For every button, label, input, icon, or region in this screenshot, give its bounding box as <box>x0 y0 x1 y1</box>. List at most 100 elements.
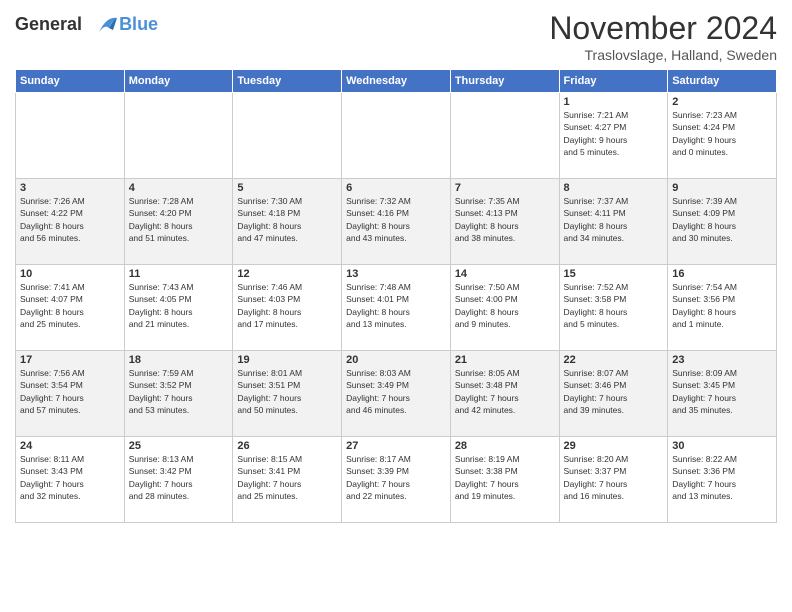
weekday-header-row: Sunday Monday Tuesday Wednesday Thursday… <box>16 70 777 93</box>
day-info: Sunrise: 8:13 AMSunset: 3:42 PMDaylight:… <box>129 453 229 502</box>
day-number: 1 <box>564 96 664 108</box>
day-number: 13 <box>346 268 446 280</box>
calendar-day-cell: 9Sunrise: 7:39 AMSunset: 4:09 PMDaylight… <box>668 179 777 265</box>
day-number: 17 <box>20 354 120 366</box>
day-info: Sunrise: 7:30 AMSunset: 4:18 PMDaylight:… <box>237 195 337 244</box>
day-info: Sunrise: 8:15 AMSunset: 3:41 PMDaylight:… <box>237 453 337 502</box>
day-number: 27 <box>346 440 446 452</box>
day-number: 14 <box>455 268 555 280</box>
calendar-day-cell: 7Sunrise: 7:35 AMSunset: 4:13 PMDaylight… <box>450 179 559 265</box>
calendar-day-cell: 3Sunrise: 7:26 AMSunset: 4:22 PMDaylight… <box>16 179 125 265</box>
day-number: 15 <box>564 268 664 280</box>
day-number: 4 <box>129 182 229 194</box>
calendar-day-cell: 29Sunrise: 8:20 AMSunset: 3:37 PMDayligh… <box>559 437 668 523</box>
logo-text: General <box>15 14 119 36</box>
header-friday: Friday <box>559 70 668 93</box>
header-tuesday: Tuesday <box>233 70 342 93</box>
logo-line2: Blue <box>119 14 158 35</box>
day-number: 21 <box>455 354 555 366</box>
day-number: 22 <box>564 354 664 366</box>
day-number: 5 <box>237 182 337 194</box>
header-wednesday: Wednesday <box>342 70 451 93</box>
calendar-day-cell: 22Sunrise: 8:07 AMSunset: 3:46 PMDayligh… <box>559 351 668 437</box>
calendar-week-row: 3Sunrise: 7:26 AMSunset: 4:22 PMDaylight… <box>16 179 777 265</box>
header-monday: Monday <box>124 70 233 93</box>
day-info: Sunrise: 7:43 AMSunset: 4:05 PMDaylight:… <box>129 281 229 330</box>
calendar-day-cell: 10Sunrise: 7:41 AMSunset: 4:07 PMDayligh… <box>16 265 125 351</box>
calendar-day-cell: 27Sunrise: 8:17 AMSunset: 3:39 PMDayligh… <box>342 437 451 523</box>
day-info: Sunrise: 7:37 AMSunset: 4:11 PMDaylight:… <box>564 195 664 244</box>
day-number: 7 <box>455 182 555 194</box>
day-info: Sunrise: 8:01 AMSunset: 3:51 PMDaylight:… <box>237 367 337 416</box>
day-info: Sunrise: 7:59 AMSunset: 3:52 PMDaylight:… <box>129 367 229 416</box>
calendar-day-cell <box>342 93 451 179</box>
day-info: Sunrise: 7:21 AMSunset: 4:27 PMDaylight:… <box>564 109 664 158</box>
page: General Blue November 2024 Traslovslage,… <box>0 0 792 612</box>
calendar-day-cell: 20Sunrise: 8:03 AMSunset: 3:49 PMDayligh… <box>342 351 451 437</box>
day-info: Sunrise: 7:50 AMSunset: 4:00 PMDaylight:… <box>455 281 555 330</box>
day-info: Sunrise: 8:05 AMSunset: 3:48 PMDaylight:… <box>455 367 555 416</box>
calendar-day-cell <box>233 93 342 179</box>
calendar-day-cell: 18Sunrise: 7:59 AMSunset: 3:52 PMDayligh… <box>124 351 233 437</box>
day-info: Sunrise: 7:35 AMSunset: 4:13 PMDaylight:… <box>455 195 555 244</box>
day-number: 30 <box>672 440 772 452</box>
day-info: Sunrise: 7:39 AMSunset: 4:09 PMDaylight:… <box>672 195 772 244</box>
calendar-week-row: 17Sunrise: 7:56 AMSunset: 3:54 PMDayligh… <box>16 351 777 437</box>
month-title: November 2024 <box>549 10 777 47</box>
day-info: Sunrise: 7:56 AMSunset: 3:54 PMDaylight:… <box>20 367 120 416</box>
calendar-day-cell: 17Sunrise: 7:56 AMSunset: 3:54 PMDayligh… <box>16 351 125 437</box>
header-saturday: Saturday <box>668 70 777 93</box>
day-info: Sunrise: 8:07 AMSunset: 3:46 PMDaylight:… <box>564 367 664 416</box>
calendar-day-cell: 13Sunrise: 7:48 AMSunset: 4:01 PMDayligh… <box>342 265 451 351</box>
day-number: 18 <box>129 354 229 366</box>
day-info: Sunrise: 7:46 AMSunset: 4:03 PMDaylight:… <box>237 281 337 330</box>
calendar-day-cell: 5Sunrise: 7:30 AMSunset: 4:18 PMDaylight… <box>233 179 342 265</box>
calendar-day-cell: 12Sunrise: 7:46 AMSunset: 4:03 PMDayligh… <box>233 265 342 351</box>
calendar-day-cell: 24Sunrise: 8:11 AMSunset: 3:43 PMDayligh… <box>16 437 125 523</box>
day-info: Sunrise: 7:28 AMSunset: 4:20 PMDaylight:… <box>129 195 229 244</box>
calendar-day-cell: 15Sunrise: 7:52 AMSunset: 3:58 PMDayligh… <box>559 265 668 351</box>
calendar-day-cell <box>124 93 233 179</box>
calendar-week-row: 24Sunrise: 8:11 AMSunset: 3:43 PMDayligh… <box>16 437 777 523</box>
day-number: 24 <box>20 440 120 452</box>
calendar-day-cell: 1Sunrise: 7:21 AMSunset: 4:27 PMDaylight… <box>559 93 668 179</box>
day-info: Sunrise: 7:23 AMSunset: 4:24 PMDaylight:… <box>672 109 772 158</box>
day-info: Sunrise: 7:41 AMSunset: 4:07 PMDaylight:… <box>20 281 120 330</box>
day-number: 29 <box>564 440 664 452</box>
calendar-day-cell: 28Sunrise: 8:19 AMSunset: 3:38 PMDayligh… <box>450 437 559 523</box>
day-number: 26 <box>237 440 337 452</box>
calendar-day-cell: 14Sunrise: 7:50 AMSunset: 4:00 PMDayligh… <box>450 265 559 351</box>
location-subtitle: Traslovslage, Halland, Sweden <box>549 47 777 63</box>
day-number: 3 <box>20 182 120 194</box>
day-info: Sunrise: 8:09 AMSunset: 3:45 PMDaylight:… <box>672 367 772 416</box>
calendar-day-cell: 23Sunrise: 8:09 AMSunset: 3:45 PMDayligh… <box>668 351 777 437</box>
day-number: 6 <box>346 182 446 194</box>
calendar-day-cell: 30Sunrise: 8:22 AMSunset: 3:36 PMDayligh… <box>668 437 777 523</box>
calendar-day-cell: 16Sunrise: 7:54 AMSunset: 3:56 PMDayligh… <box>668 265 777 351</box>
day-info: Sunrise: 8:03 AMSunset: 3:49 PMDaylight:… <box>346 367 446 416</box>
calendar-day-cell: 2Sunrise: 7:23 AMSunset: 4:24 PMDaylight… <box>668 93 777 179</box>
day-info: Sunrise: 8:20 AMSunset: 3:37 PMDaylight:… <box>564 453 664 502</box>
calendar-day-cell: 6Sunrise: 7:32 AMSunset: 4:16 PMDaylight… <box>342 179 451 265</box>
day-info: Sunrise: 8:22 AMSunset: 3:36 PMDaylight:… <box>672 453 772 502</box>
calendar-day-cell: 26Sunrise: 8:15 AMSunset: 3:41 PMDayligh… <box>233 437 342 523</box>
header: General Blue November 2024 Traslovslage,… <box>15 10 777 63</box>
day-number: 11 <box>129 268 229 280</box>
day-info: Sunrise: 8:11 AMSunset: 3:43 PMDaylight:… <box>20 453 120 502</box>
day-number: 10 <box>20 268 120 280</box>
day-info: Sunrise: 7:52 AMSunset: 3:58 PMDaylight:… <box>564 281 664 330</box>
calendar-day-cell: 25Sunrise: 8:13 AMSunset: 3:42 PMDayligh… <box>124 437 233 523</box>
calendar-table: Sunday Monday Tuesday Wednesday Thursday… <box>15 69 777 523</box>
day-info: Sunrise: 7:48 AMSunset: 4:01 PMDaylight:… <box>346 281 446 330</box>
day-info: Sunrise: 7:54 AMSunset: 3:56 PMDaylight:… <box>672 281 772 330</box>
day-number: 12 <box>237 268 337 280</box>
calendar-day-cell: 4Sunrise: 7:28 AMSunset: 4:20 PMDaylight… <box>124 179 233 265</box>
day-number: 9 <box>672 182 772 194</box>
header-sunday: Sunday <box>16 70 125 93</box>
day-number: 28 <box>455 440 555 452</box>
calendar-day-cell: 19Sunrise: 8:01 AMSunset: 3:51 PMDayligh… <box>233 351 342 437</box>
calendar-day-cell: 8Sunrise: 7:37 AMSunset: 4:11 PMDaylight… <box>559 179 668 265</box>
calendar-day-cell: 11Sunrise: 7:43 AMSunset: 4:05 PMDayligh… <box>124 265 233 351</box>
day-info: Sunrise: 8:19 AMSunset: 3:38 PMDaylight:… <box>455 453 555 502</box>
calendar-week-row: 10Sunrise: 7:41 AMSunset: 4:07 PMDayligh… <box>16 265 777 351</box>
